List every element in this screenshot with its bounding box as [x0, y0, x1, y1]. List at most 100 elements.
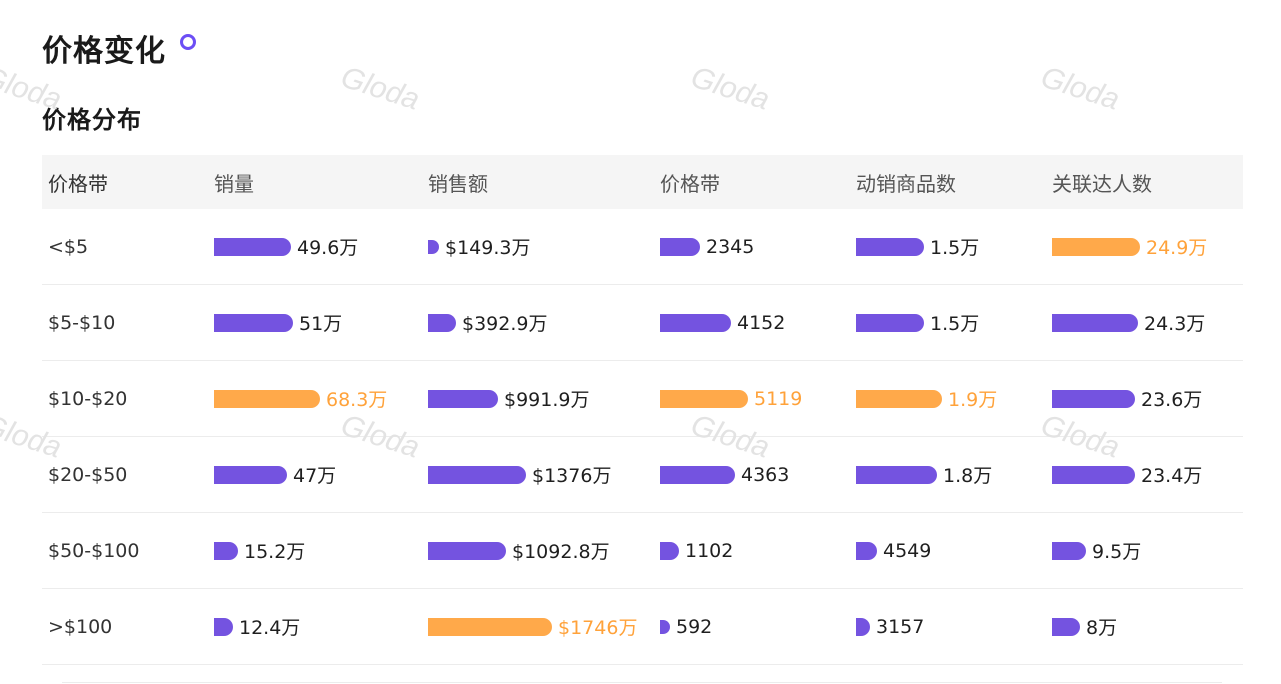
- sales-volume-value: 68.3万: [326, 389, 388, 411]
- related-creators-cell: 24.9万: [1052, 233, 1243, 260]
- header-price-band-2: 价格带: [660, 171, 720, 196]
- price-band-label: $5-$10: [48, 311, 116, 334]
- sales-volume-bar: [214, 541, 238, 560]
- sales-amount-cell: $1746万: [428, 613, 660, 640]
- price-band-count-value: 2345: [706, 235, 755, 258]
- active-products-bar: [856, 541, 877, 560]
- related-creators-cell: 23.4万: [1052, 461, 1243, 488]
- sales-amount-value: $149.3万: [445, 237, 531, 259]
- sales-volume-value: 15.2万: [244, 541, 306, 563]
- sales-volume-bar: [214, 617, 233, 636]
- header-sales-amount: 销售额: [428, 171, 488, 196]
- watermark-text: Gloda: [1037, 60, 1124, 117]
- price-band-label: $20-$50: [48, 463, 128, 486]
- active-products-value: 1.5万: [930, 313, 980, 335]
- active-products-value: 3157: [876, 615, 925, 638]
- table-body: <$5 49.6万 $149.3万 2345 1.5万 24.9万 $5-$10 51万 $39…: [42, 209, 1243, 665]
- price-band-count-value: 592: [676, 615, 713, 638]
- sales-amount-value: $1376万: [532, 465, 612, 487]
- related-creators-value: 8万: [1086, 617, 1118, 639]
- title-row: 价格变化: [42, 26, 196, 70]
- page-title: 价格变化: [42, 34, 166, 69]
- price-band-count-bar: [660, 465, 735, 484]
- price-band-count-value: 5119: [754, 387, 803, 410]
- table-row: $50-$100 15.2万 $1092.8万 1102 4549 9.5万: [42, 513, 1243, 589]
- section-title: 价格分布: [42, 106, 142, 134]
- table-row: <$5 49.6万 $149.3万 2345 1.5万 24.9万: [42, 209, 1243, 285]
- price-band-label: >$100: [48, 615, 113, 638]
- sales-volume-bar: [214, 465, 287, 484]
- related-creators-cell: 9.5万: [1052, 537, 1243, 564]
- active-products-bar: [856, 617, 870, 636]
- active-products-value: 1.8万: [943, 465, 993, 487]
- related-creators-value: 9.5万: [1092, 541, 1142, 563]
- sales-amount-value: $1092.8万: [512, 541, 610, 563]
- sales-volume-cell: 12.4万: [214, 613, 428, 640]
- active-products-cell: 1.5万: [856, 309, 1052, 336]
- related-creators-bar: [1052, 237, 1140, 256]
- sales-volume-bar: [214, 237, 291, 256]
- price-band-count-cell: 1102: [660, 540, 856, 562]
- price-band-count-bar: [660, 237, 700, 256]
- sales-amount-cell: $1092.8万: [428, 537, 660, 564]
- sales-amount-bar: [428, 389, 498, 408]
- sales-volume-cell: 49.6万: [214, 233, 428, 260]
- active-products-cell: 4549: [856, 540, 1052, 562]
- sales-amount-bar: [428, 313, 456, 332]
- header-related-creators: 关联达人数: [1052, 171, 1152, 196]
- related-creators-cell: 8万: [1052, 613, 1243, 640]
- header-sales-volume: 销量: [214, 171, 254, 196]
- related-creators-value: 24.9万: [1146, 237, 1208, 259]
- price-band-count-value: 4363: [741, 463, 790, 486]
- price-band-count-bar: [660, 619, 670, 634]
- price-band-count-value: 1102: [685, 539, 734, 562]
- related-creators-bar: [1052, 465, 1135, 484]
- active-products-bar: [856, 465, 937, 484]
- related-creators-bar: [1052, 313, 1138, 332]
- active-products-bar: [856, 389, 942, 408]
- watermark-text: Gloda: [337, 60, 424, 117]
- table-header: 价格带 销量 销售额 价格带 动销商品数 关联达人数: [42, 155, 1243, 209]
- sales-volume-bar: [214, 313, 293, 332]
- divider: [62, 682, 1222, 683]
- related-creators-value: 24.3万: [1144, 313, 1206, 335]
- sales-volume-value: 12.4万: [239, 617, 301, 639]
- sales-volume-value: 47万: [293, 465, 337, 487]
- related-creators-bar: [1052, 389, 1135, 408]
- price-band-count-bar: [660, 541, 679, 560]
- table-row: $10-$20 68.3万 $991.9万 5119 1.9万 23.6万: [42, 361, 1243, 437]
- sales-volume-value: 51万: [299, 313, 343, 335]
- sales-amount-bar: [428, 465, 526, 484]
- sales-volume-value: 49.6万: [297, 237, 359, 259]
- related-creators-bar: [1052, 617, 1080, 636]
- active-products-cell: 1.5万: [856, 233, 1052, 260]
- price-band-count-bar: [660, 389, 748, 408]
- price-change-panel: 价格变化 价格分布 价格带 销量 销售额 价格带 动销商品数 关联达人数 <$5…: [0, 0, 1281, 684]
- related-creators-bar: [1052, 541, 1086, 560]
- sales-volume-cell: 68.3万: [214, 385, 428, 412]
- active-products-value: 1.9万: [948, 389, 998, 411]
- info-icon[interactable]: [180, 34, 196, 50]
- related-creators-cell: 24.3万: [1052, 309, 1243, 336]
- active-products-value: 1.5万: [930, 237, 980, 259]
- active-products-cell: 1.8万: [856, 461, 1052, 488]
- sales-volume-cell: 51万: [214, 309, 428, 336]
- active-products-bar: [856, 313, 924, 332]
- sales-amount-cell: $1376万: [428, 461, 660, 488]
- table-row: $20-$50 47万 $1376万 4363 1.8万 23.4万: [42, 437, 1243, 513]
- price-band-count-bar: [660, 313, 731, 332]
- sales-amount-cell: $392.9万: [428, 309, 660, 336]
- related-creators-value: 23.4万: [1141, 465, 1203, 487]
- active-products-cell: 1.9万: [856, 385, 1052, 412]
- sales-amount-value: $991.9万: [504, 389, 590, 411]
- sales-amount-bar: [428, 239, 439, 254]
- related-creators-value: 23.6万: [1141, 389, 1203, 411]
- price-band-label: $50-$100: [48, 539, 140, 562]
- active-products-value: 4549: [883, 539, 932, 562]
- sales-amount-cell: $991.9万: [428, 385, 660, 412]
- price-band-label: <$5: [48, 235, 89, 258]
- watermark-text: Gloda: [687, 60, 774, 117]
- sales-volume-cell: 47万: [214, 461, 428, 488]
- price-distribution-table: 价格带 销量 销售额 价格带 动销商品数 关联达人数 <$5 49.6万 $149.…: [42, 155, 1243, 665]
- active-products-cell: 3157: [856, 616, 1052, 638]
